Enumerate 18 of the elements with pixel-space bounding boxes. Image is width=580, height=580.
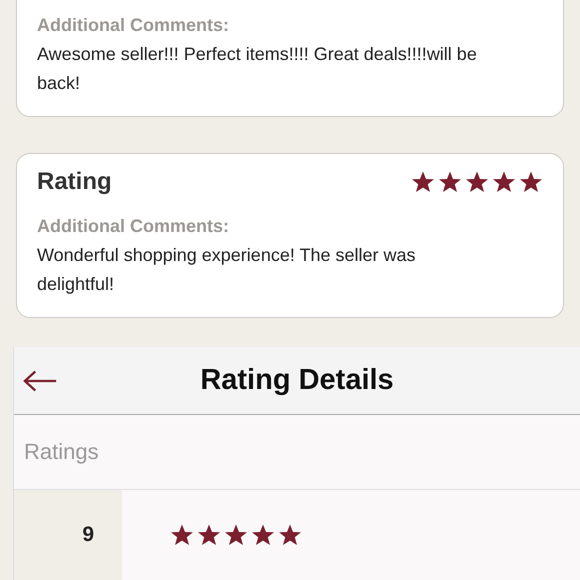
back-arrow-icon[interactable] bbox=[22, 368, 58, 392]
star-icon bbox=[519, 170, 543, 194]
star-icon bbox=[278, 523, 302, 547]
star-icon bbox=[411, 170, 435, 194]
star-icon bbox=[492, 170, 516, 194]
comment-text: Wonderful shopping experience! The seller was delightful! bbox=[37, 244, 417, 296]
page-title: Rating Details bbox=[199, 364, 395, 397]
comments-label: Additional Comments: bbox=[37, 15, 230, 36]
star-icon bbox=[197, 523, 221, 547]
star-icon bbox=[465, 170, 489, 194]
star-icon bbox=[224, 523, 248, 547]
star-icon bbox=[251, 523, 275, 547]
rating-title: Rating bbox=[37, 168, 112, 196]
comment-text: Awesome seller!!! Perfect items!!!! Great deals!!!!will be back! bbox=[37, 43, 477, 95]
comments-label: Additional Comments: bbox=[37, 216, 230, 237]
star-icon bbox=[438, 170, 462, 194]
rating-count: 9 bbox=[82, 523, 94, 547]
star-icon bbox=[170, 523, 194, 547]
